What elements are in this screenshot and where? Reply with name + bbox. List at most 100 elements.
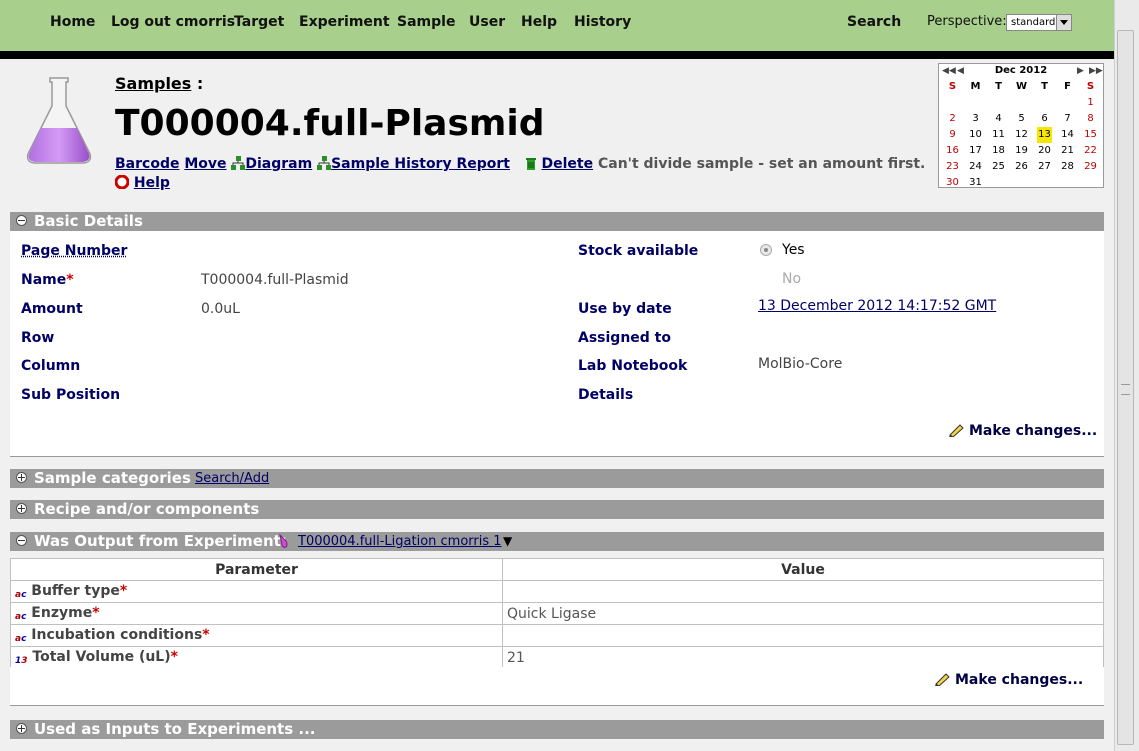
calendar-day[interactable]: 11 (987, 127, 1010, 143)
calendar-day[interactable]: 12 (1010, 127, 1033, 143)
make-changes-output[interactable]: Make changes... (955, 672, 1083, 688)
collapse-icon[interactable] (16, 535, 27, 546)
calendar-day[interactable]: 24 (964, 159, 987, 175)
next-year-icon[interactable]: ▶▶ (1089, 64, 1103, 78)
basic-details-title: Basic Details (34, 212, 143, 230)
table-row: ac Enzyme* Quick Ligase (10, 602, 1104, 625)
table-row: 13 Total Volume (uL)* 21 (10, 646, 1104, 669)
calendar-day[interactable]: 14 (1056, 127, 1079, 143)
calendar-day[interactable]: 20 (1033, 143, 1056, 159)
calendar-day[interactable]: 5 (1010, 111, 1033, 127)
help-row: Help (115, 175, 170, 191)
calendar-day[interactable]: 31 (964, 175, 987, 191)
used-as-inputs-header[interactable]: Used as Inputs to Experiments ... (10, 720, 1104, 739)
calendar-day[interactable]: 16 (941, 143, 964, 159)
lifebuoy-icon (115, 175, 129, 189)
top-nav: Home Log out cmorris Target Experiment S… (0, 0, 1114, 51)
calendar-day[interactable]: 3 (964, 111, 987, 127)
prev-month-icon[interactable]: ◀ (957, 64, 964, 78)
calendar-day[interactable]: 29 (1079, 159, 1102, 175)
expand-icon[interactable] (16, 472, 27, 483)
output-actions-panel: Make changes... (10, 667, 1104, 706)
calendar-day[interactable]: 22 (1079, 143, 1102, 159)
barcode-link[interactable]: Barcode (115, 156, 179, 172)
nav-sample[interactable]: Sample (397, 14, 455, 30)
delete-link[interactable]: Delete (541, 156, 593, 172)
sample-history-report-link[interactable]: Sample History Report (331, 156, 510, 172)
calendar-day[interactable]: 8 (1079, 111, 1102, 127)
parameter-value: Quick Ligase (502, 602, 1104, 625)
perspective-value: standard (1011, 17, 1056, 28)
output-experiment-header[interactable]: Was Output from Experiment: T000004.full… (10, 532, 1104, 551)
calendar-day[interactable]: 15 (1079, 127, 1102, 143)
nav-user[interactable]: User (469, 14, 505, 30)
scrollbar-grip-icon (1121, 384, 1130, 395)
page-number-label[interactable]: Page Number (21, 243, 127, 259)
next-month-icon[interactable]: ▶ (1077, 64, 1084, 78)
output-experiment-title: Was Output from Experiment: (34, 532, 287, 550)
calendar-weekday: T (995, 81, 1002, 92)
nav-help[interactable]: Help (521, 14, 557, 30)
calendar-day[interactable]: 4 (987, 111, 1010, 127)
calendar-day[interactable]: 7 (1056, 111, 1079, 127)
make-changes-basic[interactable]: Make changes... (969, 423, 1097, 439)
breadcrumb-samples-link[interactable]: Samples (115, 74, 191, 93)
calendar-day[interactable]: 30 (941, 175, 964, 191)
expand-icon[interactable] (16, 723, 27, 734)
breadcrumb: Samples : (115, 74, 203, 93)
nav-home[interactable]: Home (50, 14, 95, 30)
calendar-weekday: M (970, 81, 981, 92)
calendar-day[interactable]: 2 (941, 111, 964, 127)
basic-details-header[interactable]: Basic Details (10, 212, 1104, 231)
lab-notebook-label: Lab Notebook (578, 358, 688, 374)
nav-search[interactable]: Search (847, 14, 901, 30)
stock-yes-label: Yes (782, 242, 805, 258)
stock-yes-radio[interactable] (760, 244, 772, 256)
calendar-day[interactable]: 1 (1079, 95, 1102, 111)
prev-year-icon[interactable]: ◀◀ (942, 64, 956, 78)
nav-logout[interactable]: Log out cmorris (111, 14, 235, 30)
calendar-day[interactable]: 23 (941, 159, 964, 175)
collapse-icon[interactable] (16, 215, 27, 226)
experiment-link[interactable]: T000004.full-Ligation cmorris 1 (298, 532, 502, 551)
recipe-title: Recipe and/or components (34, 500, 260, 518)
sample-categories-header[interactable]: Sample categories Search/Add (10, 469, 1104, 488)
diagram-icon (231, 156, 246, 170)
calendar-day[interactable]: 10 (964, 127, 987, 143)
amount-value: 0.0uL (201, 301, 240, 317)
calendar-day[interactable]: 9 (941, 127, 964, 143)
move-link[interactable]: Move (184, 156, 226, 172)
sample-categories-title: Sample categories (34, 469, 191, 487)
diagram-link[interactable]: Diagram (245, 156, 312, 172)
calendar-day[interactable]: 6 (1033, 111, 1056, 127)
sub-position-label: Sub Position (21, 387, 121, 403)
used-as-inputs-title: Used as Inputs to Experiments ... (34, 720, 316, 738)
calendar-day[interactable]: 27 (1033, 159, 1056, 175)
calendar-day[interactable]: 19 (1010, 143, 1033, 159)
use-by-date-label: Use by date (578, 301, 672, 317)
use-by-date-value[interactable]: 13 December 2012 14:17:52 GMT (758, 298, 996, 314)
caret-down-icon[interactable]: ▼ (503, 532, 512, 551)
calendar-day[interactable]: 13 (1037, 127, 1052, 143)
search-add-link[interactable]: Search/Add (195, 469, 269, 488)
calendar-day[interactable]: 18 (987, 143, 1010, 159)
column-label: Column (21, 358, 81, 374)
perspective-select[interactable]: standard (1006, 14, 1072, 31)
calendar-day[interactable]: 25 (987, 159, 1010, 175)
nav-history[interactable]: History (574, 14, 631, 30)
calendar-day[interactable]: 28 (1056, 159, 1079, 175)
expand-icon[interactable] (16, 503, 27, 514)
help-link[interactable]: Help (134, 175, 170, 191)
text-type-icon: ac (15, 612, 27, 622)
chevron-down-icon[interactable] (1056, 15, 1071, 30)
nav-target[interactable]: Target (234, 14, 284, 30)
parameter-value (502, 624, 1104, 647)
nav-experiment[interactable]: Experiment (299, 14, 390, 30)
flask-icon (26, 77, 92, 164)
calendar-day[interactable]: 26 (1010, 159, 1033, 175)
calendar-day[interactable]: 21 (1056, 143, 1079, 159)
amount-label: Amount (21, 301, 83, 317)
calendar-day[interactable]: 17 (964, 143, 987, 159)
pencil-icon (934, 672, 951, 690)
recipe-header[interactable]: Recipe and/or components (10, 500, 1104, 519)
